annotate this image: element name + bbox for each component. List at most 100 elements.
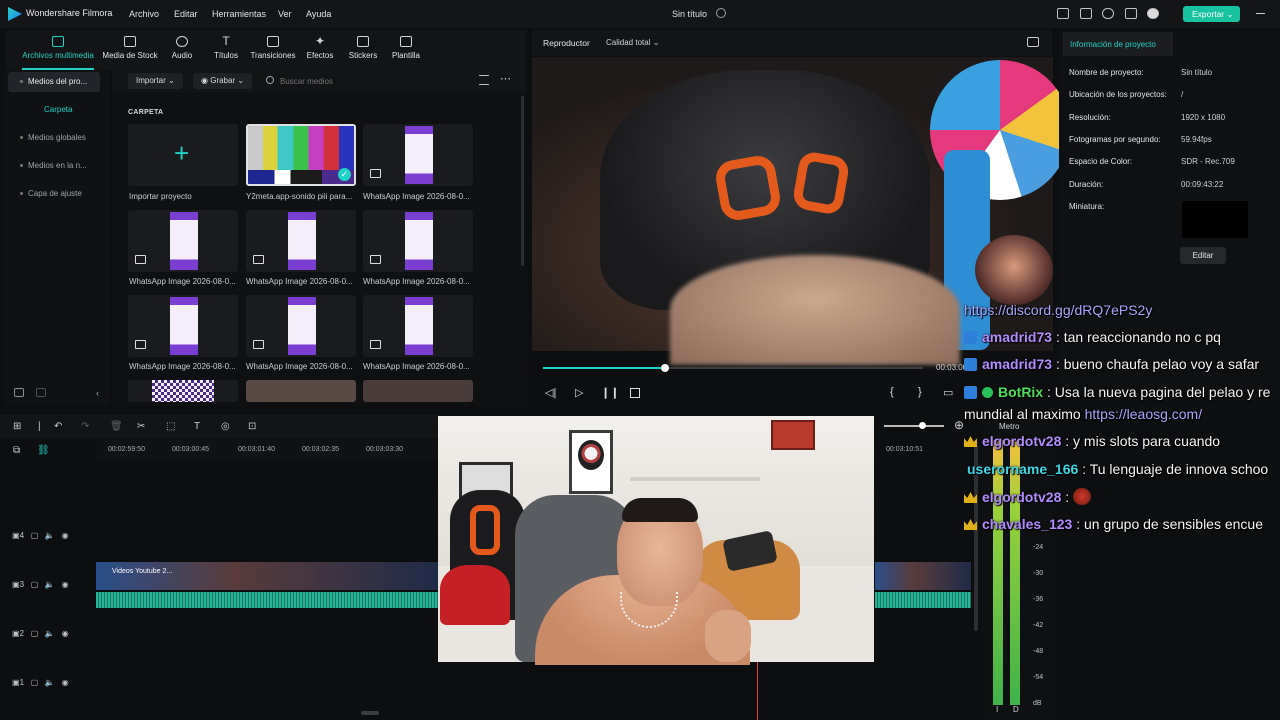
snapshot-icon[interactable] (1027, 37, 1039, 47)
layout-grid-icon[interactable]: ⊞ (13, 421, 21, 432)
mark-in-icon[interactable]: { (890, 386, 894, 398)
media-item-y2meta[interactable]: ✓ (246, 124, 356, 186)
speaker-icon[interactable]: 🔈 (45, 580, 55, 589)
chat-link[interactable]: https://leaosg.com/ (1085, 406, 1203, 422)
tab-label: Audio (171, 51, 193, 60)
eye-icon[interactable]: ◉ (62, 531, 69, 540)
text-icon[interactable]: T (194, 421, 200, 432)
eye-icon[interactable]: ◉ (62, 678, 69, 687)
playback-scrubber[interactable] (660, 364, 669, 372)
export-button[interactable]: Exportar ⌄ (1183, 6, 1240, 22)
nav-capa-de-ajuste[interactable]: Capa de ajuste (8, 184, 100, 204)
speaker-icon[interactable]: 🔈 (45, 531, 55, 540)
track-header-2[interactable]: ▣2 ▢ 🔈 ◉ (12, 629, 69, 638)
nav-medios-en-la-nube[interactable]: Medios en la n... (8, 156, 100, 176)
pause-icon[interactable]: ❙❙ (601, 386, 619, 399)
media-item-partial[interactable] (128, 380, 238, 402)
folder-icon[interactable]: ▢ (31, 678, 39, 687)
scissors-icon[interactable]: ✂ (137, 421, 145, 432)
track-header-1[interactable]: ▣1 ▢ 🔈 ◉ (12, 678, 69, 687)
stop-icon[interactable] (630, 388, 640, 398)
player-tab[interactable]: Reproductor (543, 38, 590, 48)
webcam-shelf (630, 477, 760, 481)
account-icon[interactable] (1147, 8, 1159, 19)
video-clip[interactable] (96, 562, 438, 590)
track-header-3[interactable]: ▣3 ▢ 🔈 ◉ (12, 580, 69, 589)
nav-medios-globales[interactable]: Medios globales (8, 128, 100, 148)
prev-frame-icon[interactable]: ◁| (545, 386, 556, 399)
edit-thumbnail-button[interactable]: Editar (1180, 247, 1226, 264)
media-item-whatsapp[interactable] (363, 124, 473, 186)
eye-icon[interactable]: ◉ (62, 580, 69, 589)
filter-icon[interactable] (479, 75, 489, 85)
play-icon[interactable]: ▷ (575, 386, 583, 399)
zoom-in-icon[interactable]: ⊕ (954, 418, 964, 432)
more-options-icon[interactable]: ⋯ (500, 72, 511, 85)
collapse-panel-icon[interactable]: ‹ (96, 388, 99, 398)
folder-icon[interactable]: ▢ (31, 580, 39, 589)
folder-icon[interactable]: ▢ (31, 629, 39, 638)
zoom-slider-handle[interactable] (919, 422, 926, 429)
folder-icon[interactable] (36, 388, 46, 397)
audio-waveform[interactable] (875, 592, 971, 608)
timeline-h-scrollbar[interactable] (361, 711, 379, 715)
project-info-tab[interactable]: Información de proyecto (1063, 32, 1173, 56)
record-dropdown[interactable]: ◉ Grabar ⌄ (193, 73, 253, 89)
redo-icon[interactable]: ↷ (81, 421, 89, 432)
tab-transiciones[interactable]: Transiciones (248, 30, 298, 70)
search-input[interactable] (280, 74, 460, 88)
menu-editar[interactable]: Editar (174, 9, 198, 19)
menu-archivo[interactable]: Archivo (129, 9, 159, 19)
eye-icon[interactable]: ◉ (62, 629, 69, 638)
grid-icon[interactable] (1125, 8, 1137, 19)
media-item-whatsapp[interactable] (246, 210, 356, 272)
tab-stickers[interactable]: Stickers (344, 30, 382, 70)
tab-media-de-stock[interactable]: Media de Stock (100, 30, 160, 70)
layout-icon[interactable] (1057, 8, 1069, 19)
playhead[interactable] (757, 662, 758, 720)
media-item-whatsapp[interactable] (128, 210, 238, 272)
add-track-icon[interactable]: ⧉ (13, 445, 20, 456)
tab-plantilla[interactable]: Plantilla (388, 30, 424, 70)
video-clip[interactable] (875, 562, 971, 590)
media-item-partial[interactable] (246, 380, 356, 402)
nav-medios-del-proyecto[interactable]: Medios del pro... (8, 72, 100, 92)
media-item-whatsapp[interactable] (246, 295, 356, 357)
undo-icon[interactable]: ↶ (54, 421, 62, 432)
zoom-slider[interactable] (884, 425, 944, 427)
audio-waveform[interactable] (96, 592, 438, 608)
freeze-frame-icon[interactable]: ⊡ (248, 421, 256, 432)
new-folder-icon[interactable] (14, 388, 24, 397)
media-item-partial[interactable] (363, 380, 473, 402)
folder-icon[interactable]: ▢ (31, 531, 39, 540)
tab-titulos[interactable]: T Títulos (210, 30, 242, 70)
crop-icon[interactable]: ⬚ (166, 421, 175, 432)
cloud-icon[interactable] (1102, 8, 1114, 19)
media-item-whatsapp[interactable] (363, 210, 473, 272)
import-dropdown[interactable]: Importar ⌄ (128, 73, 183, 89)
display-icon[interactable]: ▭ (943, 386, 953, 399)
speed-icon[interactable]: ◎ (221, 421, 230, 432)
prop-label: Ubicación de los proyectos: (1069, 90, 1167, 99)
save-icon[interactable] (1080, 8, 1092, 19)
chat-link[interactable]: https://discord.gg/dRQ7ePS2y (964, 302, 1152, 318)
media-scrollbar[interactable] (521, 96, 524, 266)
mark-out-icon[interactable]: } (918, 386, 922, 398)
menu-ver[interactable]: Ver (278, 9, 292, 19)
media-item-whatsapp[interactable] (363, 295, 473, 357)
track-header-4[interactable]: ▣4 ▢ 🔈 ◉ (12, 531, 69, 540)
speaker-icon[interactable]: 🔈 (45, 678, 55, 687)
tab-efectos[interactable]: ✦ Efectos (302, 30, 338, 70)
import-project-tile[interactable]: + (128, 124, 238, 186)
speaker-icon[interactable]: 🔈 (45, 629, 55, 638)
menu-ayuda[interactable]: Ayuda (306, 9, 331, 19)
menu-herramientas[interactable]: Herramientas (212, 9, 266, 19)
link-icon[interactable]: ⛓ (37, 445, 50, 456)
tab-audio[interactable]: Audio (166, 30, 198, 70)
quality-dropdown[interactable]: Calidad total ⌄ (606, 38, 659, 47)
minimize-icon[interactable] (1256, 13, 1265, 14)
tab-archivos-multimedia[interactable]: Archivos multimedia (18, 30, 98, 70)
media-item-whatsapp[interactable] (128, 295, 238, 357)
delete-icon[interactable]: 🗑 (110, 421, 123, 432)
nav-carpeta[interactable]: Carpeta (44, 105, 72, 114)
